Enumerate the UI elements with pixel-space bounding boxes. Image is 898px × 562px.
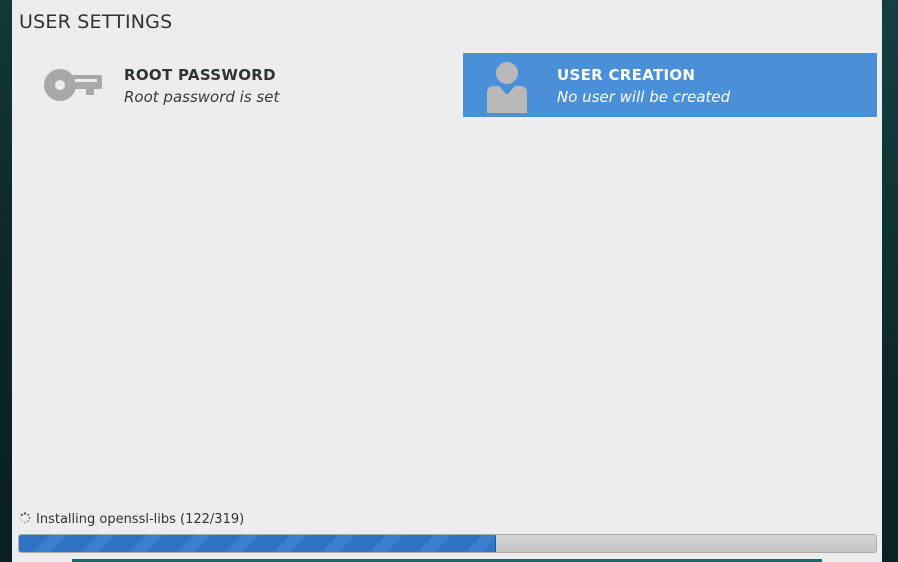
user-icon [483,59,531,113]
spinner-icon [19,512,31,524]
left-backdrop [0,0,12,562]
section-title: USER SETTINGS [19,11,173,33]
root-password-spoke[interactable]: ROOT PASSWORD Root password is set [36,53,446,117]
user-creation-spoke[interactable]: USER CREATION No user will be created [463,53,877,117]
progress-status: Installing openssl-libs (122/319) [19,512,244,527]
root-password-status: Root password is set [124,88,280,106]
install-progress-fill [19,535,497,552]
user-creation-title: USER CREATION [557,66,696,84]
key-icon [42,61,108,109]
root-password-title: ROOT PASSWORD [124,66,276,84]
user-creation-status: No user will be created [557,88,731,106]
install-progress-bar [18,534,877,553]
progress-label-text: Installing openssl-libs (122/319) [36,512,245,527]
user-settings-panel: USER SETTINGS ROOT PASSWORD Root passwor… [12,0,882,562]
right-backdrop [882,0,898,562]
